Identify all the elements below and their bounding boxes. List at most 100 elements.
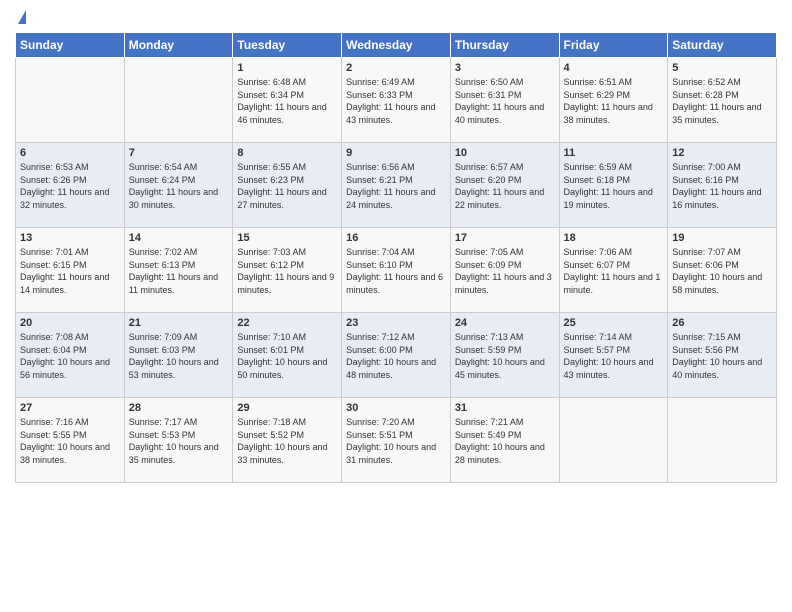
calendar-cell: 1 Sunrise: 6:48 AMSunset: 6:34 PMDaylight… (233, 58, 342, 143)
day-info: Sunrise: 6:48 AMSunset: 6:34 PMDaylight:… (237, 76, 337, 126)
day-number: 16 (346, 232, 446, 244)
calendar-cell: 3 Sunrise: 6:50 AMSunset: 6:31 PMDaylight… (450, 58, 559, 143)
calendar-cell: 10 Sunrise: 6:57 AMSunset: 6:20 PMDayligh… (450, 143, 559, 228)
day-info: Sunrise: 7:09 AMSunset: 6:03 PMDaylight:… (129, 331, 229, 381)
calendar-cell: 31 Sunrise: 7:21 AMSunset: 5:49 PMDayligh… (450, 398, 559, 483)
calendar-cell (559, 398, 668, 483)
day-info: Sunrise: 7:15 AMSunset: 5:56 PMDaylight:… (672, 331, 772, 381)
day-number: 8 (237, 147, 337, 159)
calendar-week-row: 20Sunrise: 7:08 AMSunset: 6:04 PMDayligh… (16, 313, 777, 398)
day-info: Sunrise: 7:10 AMSunset: 6:01 PMDaylight:… (237, 331, 337, 381)
day-header: Tuesday (233, 33, 342, 58)
calendar-cell: 13Sunrise: 7:01 AMSunset: 6:15 PMDayligh… (16, 228, 125, 313)
day-info: Sunrise: 7:06 AMSunset: 6:07 PMDaylight:… (564, 246, 664, 296)
calendar-cell: 24 Sunrise: 7:13 AMSunset: 5:59 PMDayligh… (450, 313, 559, 398)
day-info: Sunrise: 6:49 AMSunset: 6:33 PMDaylight:… (346, 76, 446, 126)
calendar-cell (16, 58, 125, 143)
day-number: 4 (564, 62, 664, 74)
day-info: Sunrise: 6:51 AMSunset: 6:29 PMDaylight:… (564, 76, 664, 126)
day-number: 31 (455, 402, 555, 414)
day-number: 28 (129, 402, 229, 414)
day-info: Sunrise: 6:56 AMSunset: 6:21 PMDaylight:… (346, 161, 446, 211)
calendar-cell (668, 398, 777, 483)
calendar-cell: 23 Sunrise: 7:12 AMSunset: 6:00 PMDayligh… (342, 313, 451, 398)
calendar-cell: 12 Sunrise: 7:00 AMSunset: 6:16 PMDayligh… (668, 143, 777, 228)
day-info: Sunrise: 6:53 AMSunset: 6:26 PMDaylight:… (20, 161, 120, 211)
calendar-cell: 7 Sunrise: 6:54 AMSunset: 6:24 PMDaylight… (124, 143, 233, 228)
day-header: Wednesday (342, 33, 451, 58)
calendar-cell: 17 Sunrise: 7:05 AMSunset: 6:09 PMDayligh… (450, 228, 559, 313)
calendar-cell: 11 Sunrise: 6:59 AMSunset: 6:18 PMDayligh… (559, 143, 668, 228)
day-number: 13 (20, 232, 120, 244)
day-number: 22 (237, 317, 337, 329)
calendar-cell (124, 58, 233, 143)
page-container: SundayMondayTuesdayWednesdayThursdayFrid… (0, 0, 792, 498)
calendar-cell: 28Sunrise: 7:17 AMSunset: 5:53 PMDayligh… (124, 398, 233, 483)
day-info: Sunrise: 7:16 AMSunset: 5:55 PMDaylight:… (20, 416, 120, 466)
day-info: Sunrise: 7:18 AMSunset: 5:52 PMDaylight:… (237, 416, 337, 466)
day-number: 10 (455, 147, 555, 159)
day-header: Saturday (668, 33, 777, 58)
day-number: 9 (346, 147, 446, 159)
day-number: 23 (346, 317, 446, 329)
calendar-table: SundayMondayTuesdayWednesdayThursdayFrid… (15, 32, 777, 483)
calendar-cell: 5 Sunrise: 6:52 AMSunset: 6:28 PMDaylight… (668, 58, 777, 143)
calendar-cell: 26 Sunrise: 7:15 AMSunset: 5:56 PMDayligh… (668, 313, 777, 398)
calendar-cell: 22 Sunrise: 7:10 AMSunset: 6:01 PMDayligh… (233, 313, 342, 398)
day-number: 21 (129, 317, 229, 329)
calendar-cell: 20Sunrise: 7:08 AMSunset: 6:04 PMDayligh… (16, 313, 125, 398)
day-number: 3 (455, 62, 555, 74)
calendar-cell: 15Sunrise: 7:03 AMSunset: 6:12 PMDayligh… (233, 228, 342, 313)
calendar-cell: 18 Sunrise: 7:06 AMSunset: 6:07 PMDayligh… (559, 228, 668, 313)
day-number: 29 (237, 402, 337, 414)
day-number: 17 (455, 232, 555, 244)
calendar-cell: 6Sunrise: 6:53 AMSunset: 6:26 PMDaylight… (16, 143, 125, 228)
day-info: Sunrise: 7:07 AMSunset: 6:06 PMDaylight:… (672, 246, 772, 296)
calendar-cell: 27 Sunrise: 7:16 AMSunset: 5:55 PMDayligh… (16, 398, 125, 483)
day-info: Sunrise: 6:50 AMSunset: 6:31 PMDaylight:… (455, 76, 555, 126)
day-info: Sunrise: 7:04 AMSunset: 6:10 PMDaylight:… (346, 246, 446, 296)
day-info: Sunrise: 7:03 AMSunset: 6:12 PMDaylight:… (237, 246, 337, 296)
calendar-cell: 25Sunrise: 7:14 AMSunset: 5:57 PMDayligh… (559, 313, 668, 398)
day-info: Sunrise: 7:05 AMSunset: 6:09 PMDaylight:… (455, 246, 555, 296)
calendar-cell: 16 Sunrise: 7:04 AMSunset: 6:10 PMDayligh… (342, 228, 451, 313)
calendar-week-row: 27 Sunrise: 7:16 AMSunset: 5:55 PMDayligh… (16, 398, 777, 483)
day-info: Sunrise: 7:14 AMSunset: 5:57 PMDaylight:… (564, 331, 664, 381)
day-number: 7 (129, 147, 229, 159)
calendar-cell: 8 Sunrise: 6:55 AMSunset: 6:23 PMDaylight… (233, 143, 342, 228)
day-header: Monday (124, 33, 233, 58)
logo-icon (18, 10, 26, 24)
day-info: Sunrise: 6:57 AMSunset: 6:20 PMDaylight:… (455, 161, 555, 211)
calendar-cell: 14Sunrise: 7:02 AMSunset: 6:13 PMDayligh… (124, 228, 233, 313)
calendar-cell: 9 Sunrise: 6:56 AMSunset: 6:21 PMDaylight… (342, 143, 451, 228)
day-info: Sunrise: 7:12 AMSunset: 6:00 PMDaylight:… (346, 331, 446, 381)
day-info: Sunrise: 6:52 AMSunset: 6:28 PMDaylight:… (672, 76, 772, 126)
day-info: Sunrise: 7:00 AMSunset: 6:16 PMDaylight:… (672, 161, 772, 211)
day-info: Sunrise: 6:54 AMSunset: 6:24 PMDaylight:… (129, 161, 229, 211)
day-number: 20 (20, 317, 120, 329)
calendar-cell: 2Sunrise: 6:49 AMSunset: 6:33 PMDaylight… (342, 58, 451, 143)
calendar-cell: 19Sunrise: 7:07 AMSunset: 6:06 PMDayligh… (668, 228, 777, 313)
day-info: Sunrise: 7:02 AMSunset: 6:13 PMDaylight:… (129, 246, 229, 296)
calendar-week-row: 1 Sunrise: 6:48 AMSunset: 6:34 PMDaylight… (16, 58, 777, 143)
day-number: 11 (564, 147, 664, 159)
day-number: 24 (455, 317, 555, 329)
day-header: Sunday (16, 33, 125, 58)
header (15, 10, 777, 24)
day-info: Sunrise: 6:55 AMSunset: 6:23 PMDaylight:… (237, 161, 337, 211)
calendar-cell: 30Sunrise: 7:20 AMSunset: 5:51 PMDayligh… (342, 398, 451, 483)
day-info: Sunrise: 7:21 AMSunset: 5:49 PMDaylight:… (455, 416, 555, 466)
day-number: 12 (672, 147, 772, 159)
day-number: 18 (564, 232, 664, 244)
header-row: SundayMondayTuesdayWednesdayThursdayFrid… (16, 33, 777, 58)
day-number: 5 (672, 62, 772, 74)
day-number: 1 (237, 62, 337, 74)
day-number: 27 (20, 402, 120, 414)
calendar-week-row: 6Sunrise: 6:53 AMSunset: 6:26 PMDaylight… (16, 143, 777, 228)
day-number: 26 (672, 317, 772, 329)
calendar-cell: 29 Sunrise: 7:18 AMSunset: 5:52 PMDayligh… (233, 398, 342, 483)
day-number: 30 (346, 402, 446, 414)
calendar-cell: 4 Sunrise: 6:51 AMSunset: 6:29 PMDaylight… (559, 58, 668, 143)
day-info: Sunrise: 6:59 AMSunset: 6:18 PMDaylight:… (564, 161, 664, 211)
day-info: Sunrise: 7:13 AMSunset: 5:59 PMDaylight:… (455, 331, 555, 381)
